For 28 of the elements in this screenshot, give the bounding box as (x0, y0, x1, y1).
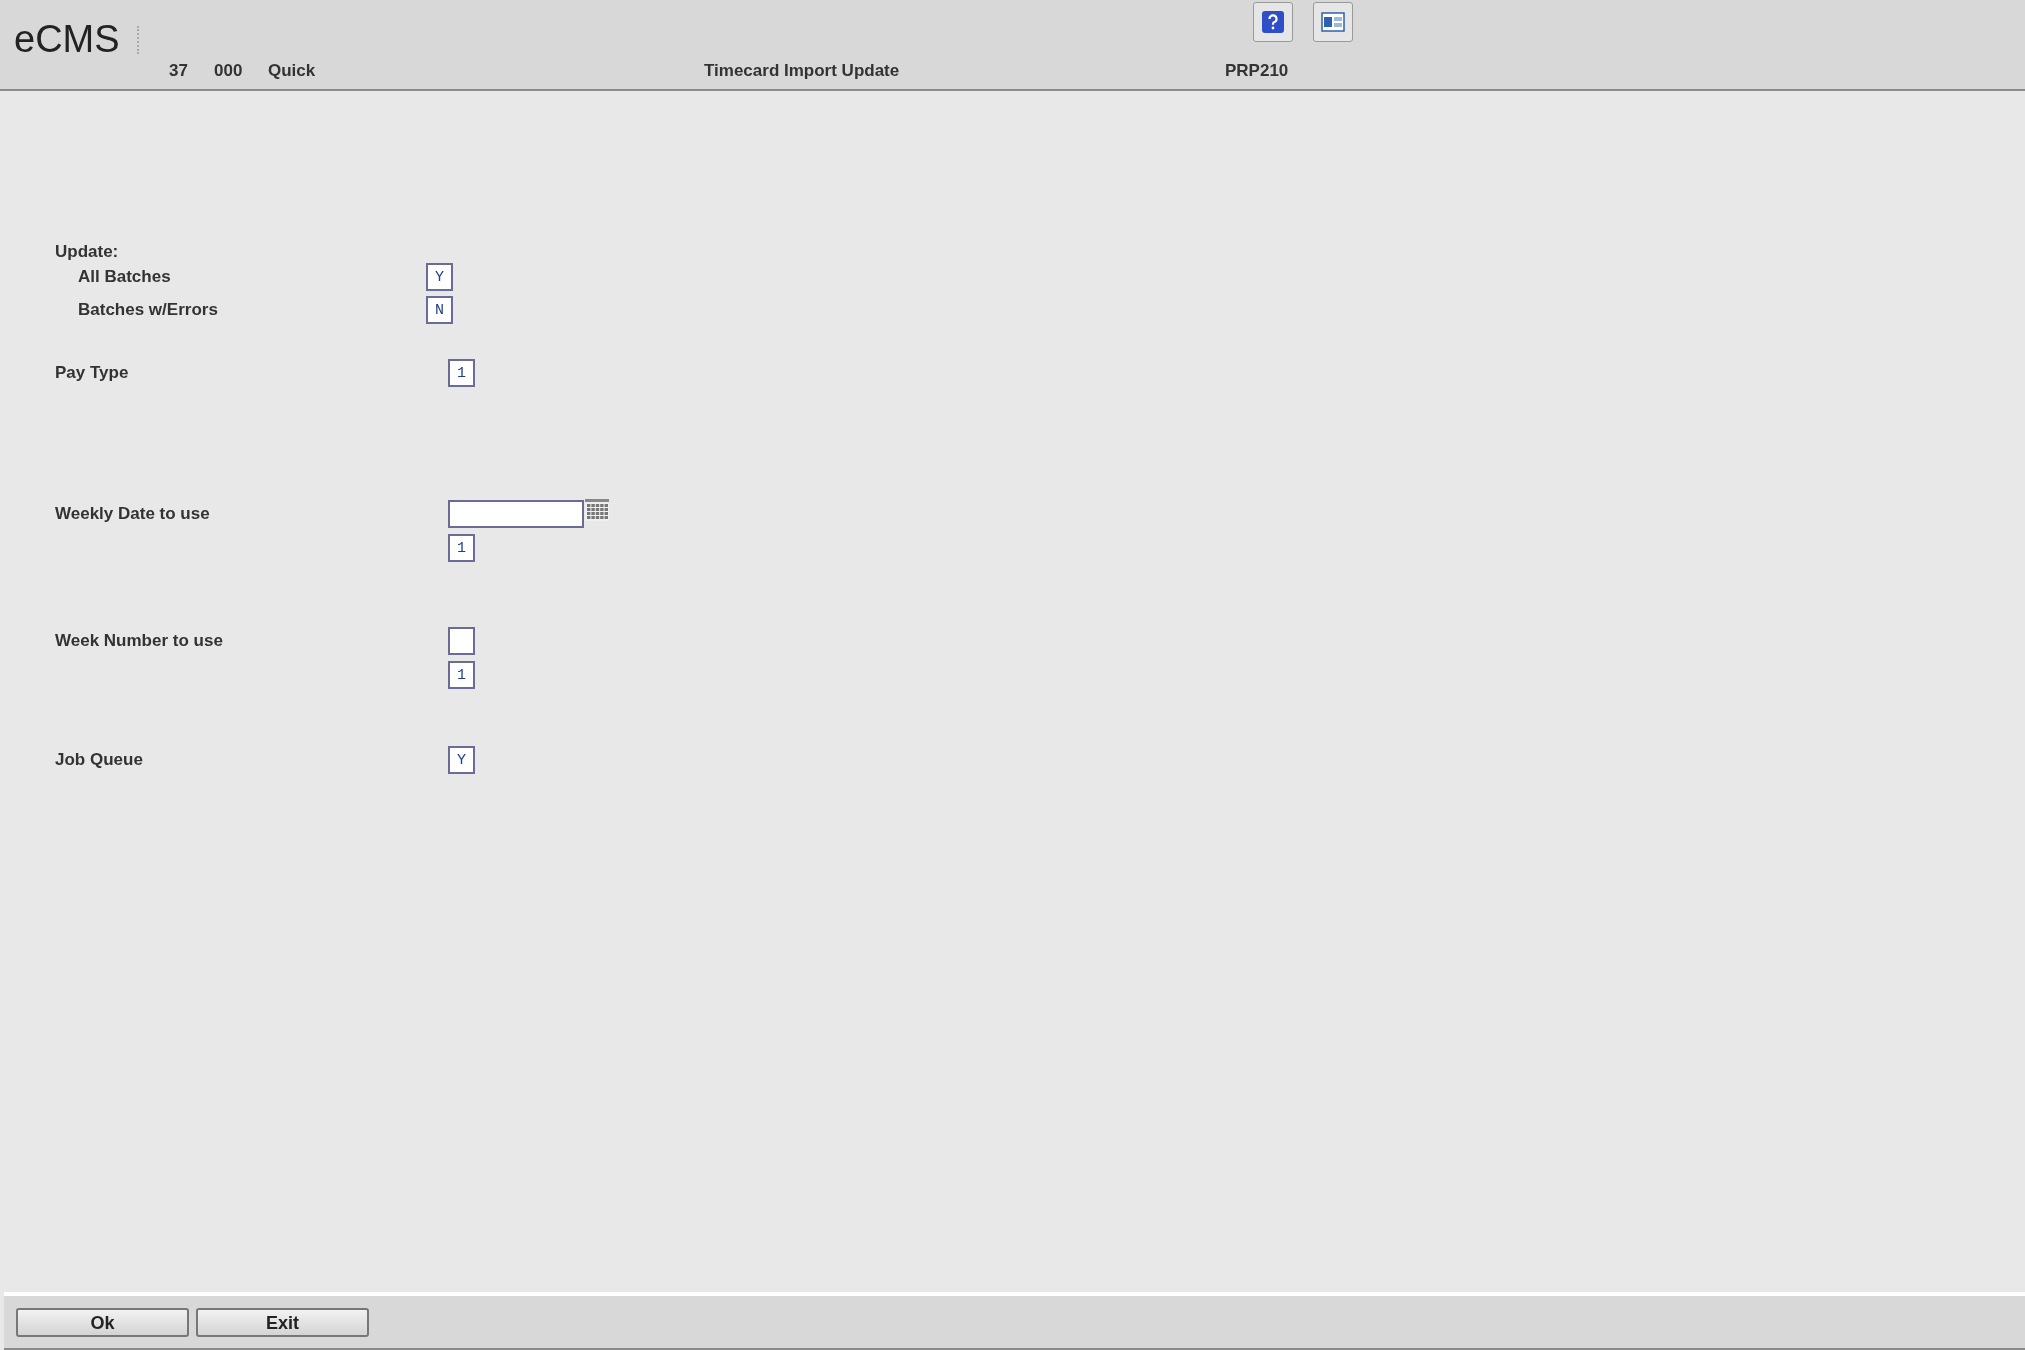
help-icon (1261, 10, 1285, 34)
field-label: Job Queue (55, 749, 144, 771)
logo: eCMS (14, 20, 120, 58)
input-field[interactable] (448, 627, 475, 655)
field-label: Weekly Date to use (55, 503, 211, 525)
input-field[interactable]: Y (448, 746, 475, 774)
company-number: 37 (169, 60, 188, 82)
window-button[interactable] (1313, 2, 1353, 42)
user-name: Quick (268, 60, 316, 82)
calendar-icon[interactable] (584, 497, 610, 523)
window-icon (1321, 12, 1345, 32)
field-label: All Batches (77, 266, 172, 288)
input-field[interactable]: N (426, 296, 453, 324)
input-field[interactable]: Y (426, 263, 453, 291)
help-button[interactable] (1253, 2, 1293, 42)
input-field[interactable]: 1 (448, 534, 475, 562)
division-number: 000 (214, 60, 243, 82)
field-label: Week Number to use (55, 630, 224, 652)
action-button[interactable]: Exit (196, 1307, 369, 1337)
input-field[interactable]: 1 (448, 661, 475, 689)
program-code: PRP210 (1225, 60, 1289, 82)
date-field[interactable] (448, 500, 584, 528)
field-label: Pay Type (55, 362, 130, 384)
screen-title: Timecard Import Update (704, 60, 900, 82)
action-button[interactable]: Ok (16, 1307, 189, 1337)
input-field[interactable]: 1 (448, 359, 475, 387)
field-label: Batches w/Errors (77, 299, 219, 321)
section-heading: Update: (55, 241, 120, 263)
